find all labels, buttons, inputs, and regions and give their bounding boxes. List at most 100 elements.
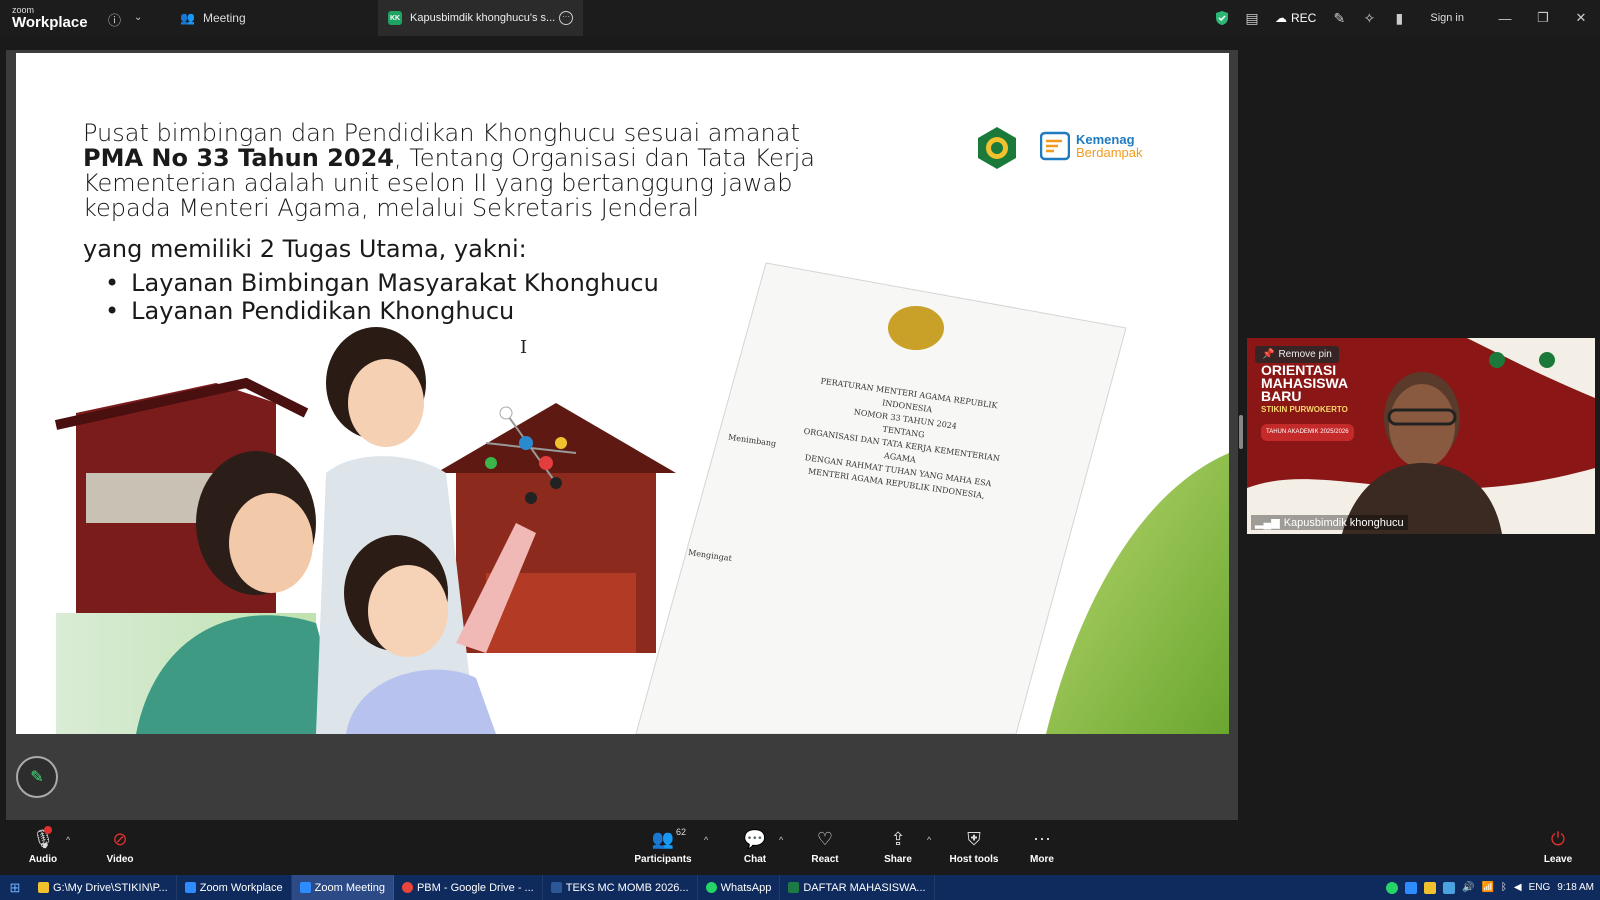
tab-meeting-label: Meeting — [202, 11, 246, 25]
leave-label: Leave — [1543, 854, 1573, 865]
audio-label: Audio — [28, 854, 58, 865]
panel-resize-handle[interactable] — [1239, 415, 1243, 449]
annotate-pen-button[interactable]: ✎ — [16, 756, 58, 798]
title-bar: zoom Workplace ⓘ ⌄ 👥 Meeting KK Kapusbim… — [0, 0, 1600, 36]
react-button[interactable]: ♡ React — [795, 827, 855, 865]
participants-label: Participants — [634, 854, 692, 865]
banner-line: STIKIN PURWOKERTO — [1261, 405, 1348, 414]
taskbar-item-label: PBM - Google Drive - ... — [416, 881, 534, 894]
taskbar-item[interactable]: G:\My Drive\STIKIN\P... — [30, 875, 177, 900]
more-label: More — [1030, 854, 1054, 865]
sign-in-link[interactable]: Sign in — [1414, 12, 1486, 24]
microphone-icon: 🎙 — [31, 829, 55, 849]
participants-options-caret[interactable]: ^ — [704, 835, 708, 845]
participant-name-label: ▂▄▆ Kapusbimdik khonghucu — [1251, 515, 1408, 530]
taskbar-item[interactable]: PBM - Google Drive - ... — [394, 875, 543, 900]
text-cursor-icon: I — [520, 337, 528, 358]
task-item: Layanan Bimbingan Masyarakat Khonghucu — [105, 269, 863, 297]
shared-slide: Pusat bimbingan dan Pendidikan Khonghucu… — [16, 53, 1229, 734]
leave-icon: ⏻ — [1550, 829, 1566, 849]
more-icon: ⋯ — [1033, 829, 1051, 849]
participants-count: 62 — [676, 827, 687, 837]
taskbar-item[interactable]: Zoom Meeting — [291, 875, 394, 900]
react-label: React — [811, 854, 839, 865]
para-line-2-rest: , Tentang Organisasi dan Tata Kerja — [393, 144, 815, 172]
banner-line: BARU — [1261, 388, 1302, 404]
host-tools-button[interactable]: ⛨ Host tools — [944, 827, 1004, 865]
share-screen-icon: ⇪ — [890, 829, 906, 849]
speaker-icon[interactable]: ◀ — [1514, 882, 1522, 893]
info-icon[interactable]: ⓘ — [108, 10, 121, 29]
people-icon: 👥 — [180, 11, 195, 25]
para-line-2: PMA No 33 Tahun 2024, Tentang Organisasi… — [83, 146, 863, 171]
network-tray-icon[interactable] — [1443, 881, 1456, 894]
kemenag-logo-mark — [1040, 131, 1070, 161]
leave-button[interactable]: ⏻ Leave — [1528, 827, 1588, 865]
zoom-icon — [184, 882, 196, 893]
ai-companion-icon[interactable]: ✧ — [1354, 0, 1384, 36]
zoom-tray-icon[interactable] — [1405, 881, 1418, 894]
chat-button[interactable]: 💬 Chat — [725, 827, 785, 865]
whatsapp-tray-icon[interactable] — [1386, 881, 1399, 894]
pencil-icon: ✎ — [30, 769, 44, 786]
audio-button[interactable]: 🎙 Audio — [13, 827, 73, 865]
zoom-logo: zoom Workplace — [12, 6, 88, 31]
chat-options-caret[interactable]: ^ — [779, 835, 783, 845]
windows-start-icon[interactable]: ⊞ — [0, 875, 30, 900]
chat-label: Chat — [743, 854, 767, 865]
video-label: Video — [106, 854, 134, 865]
more-button[interactable]: ⋯ More — [1012, 827, 1072, 865]
berdampak-text: Berdampak — [1076, 145, 1143, 160]
tab-meeting[interactable]: 👥 Meeting — [170, 0, 256, 36]
tasks-intro: yang memiliki 2 Tugas Utama, yakni: — [83, 235, 527, 263]
pin-icon: 📌 — [1262, 349, 1275, 360]
taskbar-item-label: WhatsApp — [720, 881, 772, 894]
cloud-icon: ☁ — [1275, 11, 1288, 25]
more-options-icon[interactable]: ··· — [559, 11, 573, 25]
clock[interactable]: 9:18 AM — [1557, 882, 1594, 893]
tab-shared-screen[interactable]: KK Kapusbimdik khonghucu's s... ··· — [378, 0, 583, 36]
banner-tag: TAHUN AKADEMIK 2025/2026 — [1261, 424, 1354, 441]
wifi-icon[interactable]: 📶 — [1481, 882, 1493, 893]
slide-paragraph: Pusat bimbingan dan Pendidikan Khonghucu… — [83, 121, 863, 221]
audio-options-caret[interactable]: ^ — [66, 835, 70, 845]
tab-avatar-badge: KK — [388, 11, 402, 25]
taskbar-item[interactable]: WhatsApp — [698, 875, 781, 900]
chevron-down-icon[interactable]: ⌄ — [134, 12, 142, 23]
notes-icon[interactable]: ▤ — [1237, 0, 1267, 36]
regulation-document — [635, 262, 1127, 734]
rec-indicator[interactable]: ☁ REC — [1267, 11, 1324, 25]
windows-taskbar: ⊞ G:\My Drive\STIKIN\P... Zoom Workplace… — [0, 875, 1600, 900]
annotate-icon[interactable]: ✎ — [1324, 0, 1354, 36]
whatsapp-icon — [705, 882, 717, 893]
volume-icon[interactable]: 🔊 — [1462, 882, 1474, 893]
slide-text-block: Pusat bimbingan dan Pendidikan Khonghucu… — [83, 121, 863, 326]
language-indicator[interactable]: ENG — [1529, 882, 1551, 893]
close-button[interactable]: ✕ — [1562, 0, 1600, 36]
meeting-controls: 🎙 Audio ^ ⊘ Video 👥 Participants 62 ^ 💬 … — [0, 823, 1600, 875]
share-button[interactable]: ⇪ Share — [868, 827, 928, 865]
logo-big-text: Workplace — [12, 14, 88, 31]
security-shield-icon[interactable] — [1207, 0, 1237, 36]
restore-button[interactable]: ❐ — [1524, 0, 1562, 36]
bluetooth-icon[interactable]: ᛒ — [1501, 882, 1507, 893]
zoom-icon — [299, 882, 311, 893]
kemenag-logo-text: Kemenag Berdampak — [1076, 133, 1142, 159]
top-right-tools: ▤ ☁ REC ✎ ✧ ▮ Sign in — ❐ ✕ — [1207, 0, 1600, 36]
kemenag-berdampak-logo: Kemenag Berdampak — [1040, 131, 1142, 161]
taskbar-item-label: DAFTAR MAHASISWA... — [803, 881, 926, 894]
taskbar-item[interactable]: Zoom Workplace — [177, 875, 292, 900]
drive-tray-icon[interactable] — [1424, 881, 1437, 894]
share-options-caret[interactable]: ^ — [927, 835, 931, 845]
apps-icon[interactable]: ▮ — [1384, 0, 1414, 36]
remove-pin-button[interactable]: 📌 Remove pin — [1255, 346, 1339, 363]
minimize-button[interactable]: — — [1486, 0, 1524, 36]
participant-video-tile[interactable]: 📌 Remove pin ORIENTASI MAHASISWA BARU ST… — [1247, 338, 1595, 534]
taskbar-item[interactable]: TEKS MC MOMB 2026... — [543, 875, 698, 900]
taskbar-item[interactable]: DAFTAR MAHASISWA... — [780, 875, 935, 900]
para-line-3: Kementerian adalah unit eselon II yang b… — [83, 169, 793, 197]
video-off-icon: ⊘ — [112, 829, 128, 849]
taskbar-item-label: Zoom Workplace — [199, 881, 283, 894]
tasks-list: Layanan Bimbingan Masyarakat Khonghucu L… — [105, 269, 863, 325]
video-button[interactable]: ⊘ Video — [90, 827, 150, 865]
